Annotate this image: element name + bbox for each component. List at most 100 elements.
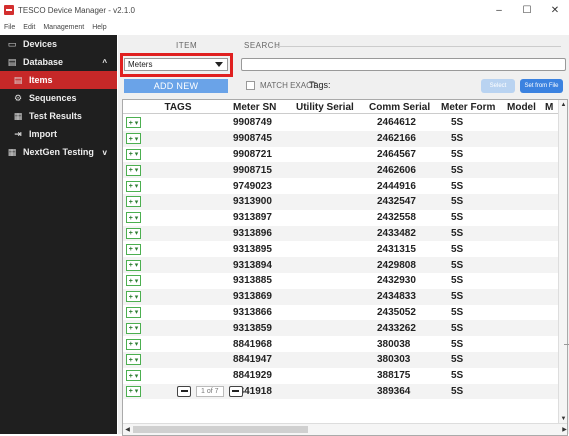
sidebar-item-import[interactable]: ⇥ Import [0, 125, 117, 143]
add-tag-button[interactable]: + ▾ [126, 338, 141, 350]
table-row[interactable]: + ▾ 9313866 2435052 5S [123, 305, 567, 321]
sidebar-item-devices[interactable]: ▭ Devices [0, 35, 117, 53]
add-tag-button[interactable]: + ▾ [126, 133, 141, 145]
sidebar-item-items[interactable]: ▤ Items [0, 71, 117, 89]
select-tags-button[interactable]: Select [481, 79, 515, 93]
add-tag-button[interactable]: + ▾ [126, 196, 141, 208]
table-row[interactable]: + ▾ 9313900 2432547 5S [123, 193, 567, 210]
table-row[interactable]: + ▾ 9908749 2464612 5S [123, 115, 567, 131]
add-tag-button[interactable]: + ▾ [126, 322, 141, 334]
table-row[interactable]: + ▾ 9313885 2432930 5S [123, 273, 567, 289]
sidebar-item-label: Import [29, 129, 57, 139]
add-tag-button[interactable]: + ▾ [126, 180, 141, 192]
match-exact-checkbox[interactable] [246, 81, 255, 90]
set-from-file-button[interactable]: Set from File [520, 79, 563, 93]
table-row[interactable]: + ▾ 9313895 2431315 5S [123, 241, 567, 257]
menu-help[interactable]: Help [92, 24, 106, 31]
scroll-right-icon[interactable]: ▶ [560, 424, 567, 435]
tags-cell: + ▾ [123, 306, 233, 318]
sidebar-item-test-results[interactable]: ▦ Test Results [0, 107, 117, 125]
table-row[interactable]: + ▾ 9908721 2464567 5S [123, 147, 567, 163]
scrollbar-thumb[interactable] [133, 426, 308, 433]
table-row[interactable]: + ▾ 9313897 2432558 5S [123, 210, 567, 226]
add-tag-button[interactable]: + ▾ [126, 306, 141, 318]
table-row[interactable]: + ▾ 8841929 388175 5S [123, 368, 567, 384]
meter-form-cell: 5S [451, 354, 464, 366]
table-row[interactable]: + ▾ 9313894 2429808 5S [123, 257, 567, 273]
scroll-down-icon[interactable]: ▼ [559, 414, 567, 423]
divider [564, 344, 569, 345]
column-header-meter-sn[interactable]: Meter SN [233, 100, 292, 114]
scroll-up-icon[interactable]: ▲ [559, 100, 567, 109]
close-button[interactable]: ✕ [541, 0, 569, 20]
column-header-tags[interactable]: TAGS [123, 100, 233, 114]
meter-form-cell: 5S [451, 117, 464, 129]
add-tag-button[interactable]: + ▾ [126, 243, 141, 255]
meter-form-cell: 5S [451, 227, 464, 239]
maximize-button[interactable]: ☐ [513, 0, 541, 20]
table-row[interactable]: + ▾ 9313896 2433482 5S [123, 225, 567, 242]
tags-cell: + ▾ [123, 243, 233, 255]
add-tag-button[interactable]: + ▾ [126, 385, 141, 397]
sidebar-item-label: Test Results [29, 111, 82, 121]
sidebar-item-sequences[interactable]: ⚙ Sequences [0, 89, 117, 107]
table-header: TAGS Meter SN Utility Serial Comm Serial… [123, 100, 567, 114]
add-new-button[interactable]: ADD NEW [124, 79, 228, 93]
column-header-meter-form[interactable]: Meter Form [437, 100, 504, 114]
add-tag-button[interactable]: + ▾ [126, 370, 141, 382]
search-input[interactable] [241, 58, 566, 71]
table-row[interactable]: + ▾ 8841968 380038 5S [123, 336, 567, 352]
add-tag-button[interactable]: + ▾ [126, 212, 141, 224]
meter-form-cell: 5S [451, 133, 464, 145]
comm-serial-cell: 2434833 [377, 291, 416, 303]
tags-cell: + ▾ [123, 259, 233, 271]
column-header-model[interactable]: Model [504, 100, 542, 114]
menu-file[interactable]: File [4, 24, 15, 31]
add-tag-button[interactable]: + ▾ [126, 227, 141, 239]
add-tag-button[interactable]: + ▾ [126, 275, 141, 287]
table-body: + ▾ 9908749 2464612 5S + ▾ 9908745 2462166 5S + … [123, 115, 567, 400]
meter-sn-cell: 8841947 [233, 354, 272, 366]
table-row[interactable]: + ▾ 9908745 2462166 5S [123, 130, 567, 147]
table-row[interactable]: + ▾ 8841947 380303 5S [123, 351, 567, 368]
menu-edit[interactable]: Edit [23, 24, 35, 31]
next-page-button[interactable] [228, 385, 243, 397]
meter-form-cell: 5S [451, 306, 464, 318]
comm-serial-cell: 2432930 [377, 275, 416, 287]
menu-management[interactable]: Management [43, 24, 84, 31]
add-tag-button[interactable]: + ▾ [126, 291, 141, 303]
column-header-comm-serial[interactable]: Comm Serial [365, 100, 437, 114]
sidebar-item-nextgen-testing[interactable]: ▦ NextGen Testing v [0, 143, 117, 161]
devices-icon: ▭ [7, 38, 17, 49]
table-row[interactable]: + ▾ 9908715 2462606 5S [123, 162, 567, 179]
minimize-button[interactable]: – [485, 0, 513, 20]
meter-form-cell: 5S [451, 212, 464, 224]
add-tag-button[interactable]: + ▾ [126, 164, 141, 176]
meter-sn-cell: 9908745 [233, 133, 272, 145]
tags-cell: + ▾ [123, 164, 233, 176]
add-tag-button[interactable]: + ▾ [126, 259, 141, 271]
meter-form-cell: 5S [451, 291, 464, 303]
meter-sn-cell: 8841968 [233, 338, 272, 350]
scroll-left-icon[interactable]: ◀ [123, 424, 132, 435]
comm-serial-cell: 2435052 [377, 306, 416, 318]
tags-label: Tags: [309, 80, 331, 90]
table-row[interactable]: + ▾ 9313869 2434833 5S [123, 288, 567, 305]
meter-sn-cell: 9908749 [233, 117, 272, 129]
table-row[interactable]: + ▾ 9313859 2433262 5S [123, 320, 567, 337]
add-tag-button[interactable]: + ▾ [126, 117, 141, 129]
sidebar-item-database[interactable]: ▤ Database ^ [0, 53, 117, 71]
meter-sn-cell: 9313895 [233, 243, 272, 255]
vertical-scrollbar[interactable]: ▲ ▼ [558, 100, 567, 423]
add-tag-button[interactable]: + ▾ [126, 148, 141, 160]
page-indicator[interactable]: 1 of 7 [196, 385, 224, 397]
add-tag-button[interactable]: + ▾ [126, 354, 141, 366]
column-header-utility-serial[interactable]: Utility Serial [292, 100, 365, 114]
page-total: of 7 [206, 387, 219, 395]
meter-form-cell: 5S [451, 259, 464, 271]
comm-serial-cell: 2464612 [377, 117, 416, 129]
previous-page-button[interactable] [177, 385, 191, 397]
table-row[interactable]: + ▾ 9749023 2444916 5S [123, 178, 567, 194]
comm-serial-cell: 2462166 [377, 133, 416, 145]
horizontal-scrollbar[interactable]: ◀ ▶ [123, 423, 567, 435]
